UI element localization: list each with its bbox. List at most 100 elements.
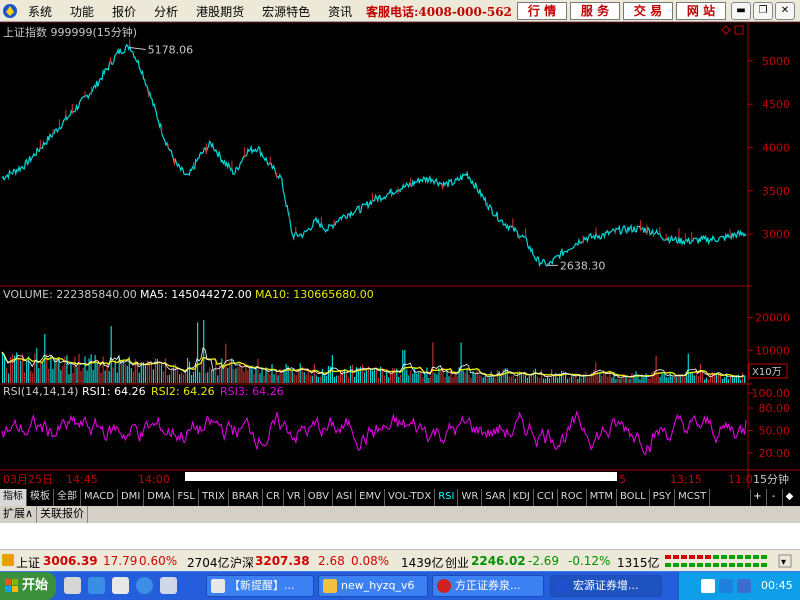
volume-bar — [466, 367, 468, 383]
period-label[interactable]: 15分钟 — [753, 472, 789, 486]
menu-news[interactable]: 资讯 — [328, 3, 352, 20]
browser-icon[interactable] — [136, 577, 153, 594]
task-new-alert[interactable]: 【新提醒】... — [206, 575, 314, 597]
tab-指标[interactable]: 指标 — [0, 489, 27, 506]
menu-hk-futures[interactable]: 港股期货 — [196, 3, 244, 20]
volume-bar — [474, 373, 476, 383]
ticker-close-icon[interactable]: ▾ — [778, 554, 792, 568]
tab-dma[interactable]: DMA — [144, 489, 175, 506]
volume-bar — [12, 354, 14, 383]
menu-system[interactable]: 系统 — [28, 3, 52, 20]
volume-bar — [520, 372, 522, 383]
tab-fsl[interactable]: FSL — [174, 489, 199, 506]
volume-bar — [193, 371, 195, 383]
tab-kdj[interactable]: KDJ — [510, 489, 534, 506]
tab-asi[interactable]: ASI — [333, 489, 357, 506]
tab-sar[interactable]: SAR — [482, 489, 510, 506]
tab-psy[interactable]: PSY — [650, 489, 676, 506]
tab-模板[interactable]: 模板 — [27, 489, 54, 506]
tab-vr[interactable]: VR — [284, 489, 305, 506]
cy-pct: -0.12% — [568, 554, 611, 568]
volume-bar — [384, 375, 386, 383]
rsi-axis: 100.00 80.00 50.00 20.00 — [748, 387, 790, 460]
volume-bar — [275, 370, 277, 383]
volume-bar — [567, 378, 569, 383]
volume-bar — [502, 369, 504, 383]
menu-function[interactable]: 功能 — [70, 3, 94, 20]
rsi-header: RSI(14,14,14) RSI1: 64.26 RSI2: 64.26 RS… — [3, 385, 284, 398]
tab-mtm[interactable]: MTM — [587, 489, 617, 506]
tab-emv[interactable]: EMV — [356, 489, 385, 506]
zoom-out-button[interactable]: - — [766, 489, 780, 506]
explorer-icon[interactable] — [112, 577, 129, 594]
volume-bar — [82, 367, 84, 383]
breadth-led — [761, 563, 767, 567]
volume-bar — [392, 368, 394, 383]
tab-cci[interactable]: CCI — [534, 489, 558, 506]
trade-button[interactable]: 交 易 — [623, 2, 673, 20]
zoom-in-button[interactable]: + — [750, 489, 764, 506]
task-fangzheng[interactable]: 方正证券泉... — [432, 575, 544, 597]
expand-button[interactable]: 扩展∧ — [0, 506, 38, 523]
volume-bar — [179, 374, 181, 383]
menu-analysis[interactable]: 分析 — [154, 3, 178, 20]
volume-bar — [273, 374, 275, 383]
tab-menu-button[interactable]: ◆ — [782, 489, 796, 506]
volume-bar — [281, 373, 283, 383]
related-quote-button[interactable]: 关联报价 — [37, 506, 89, 523]
network-icon[interactable] — [701, 579, 715, 593]
chart-corner-icons[interactable] — [721, 25, 744, 35]
start-button[interactable]: 开始 — [0, 572, 56, 600]
volume-bar — [209, 367, 211, 383]
ie-icon[interactable] — [88, 577, 105, 594]
volume-bar — [418, 372, 420, 383]
chart-title: 上证指数 999999(15分钟) — [3, 25, 137, 39]
volume-bar — [26, 361, 28, 383]
minimize-icon[interactable]: ▬ — [731, 2, 751, 20]
close-icon[interactable]: ✕ — [775, 2, 795, 20]
tab-boll[interactable]: BOLL — [617, 489, 650, 506]
volume-bar — [88, 358, 90, 383]
tab-全部[interactable]: 全部 — [54, 489, 81, 506]
volume-bar — [462, 370, 464, 383]
volume-bar — [70, 361, 72, 383]
volume-bar — [138, 372, 140, 383]
ticker-icon[interactable] — [2, 554, 14, 566]
volume-bar — [607, 376, 609, 383]
tab-roc[interactable]: ROC — [558, 489, 587, 506]
tab-dmi[interactable]: DMI — [118, 489, 145, 506]
website-button[interactable]: 网 站 — [676, 2, 726, 20]
volume-icon[interactable] — [719, 579, 733, 593]
tab-vol-tdx[interactable]: VOL-TDX — [385, 489, 436, 506]
volume-bar — [494, 378, 496, 383]
volume-bar — [394, 368, 396, 383]
task-hyzq-folder[interactable]: new_hyzq_v6 — [318, 575, 428, 597]
menu-hongyuan-features[interactable]: 宏源特色 — [262, 3, 310, 20]
tab-brar[interactable]: BRAR — [229, 489, 263, 506]
market-button[interactable]: 行 情 — [517, 2, 567, 20]
tab-macd[interactable]: MACD — [81, 489, 118, 506]
system-tray: 00:45 — [678, 572, 800, 600]
media-icon[interactable] — [160, 577, 177, 594]
tab-mcst[interactable]: MCST — [675, 489, 711, 506]
volume-bar — [166, 375, 169, 383]
tab-rsi[interactable]: RSI — [435, 489, 459, 506]
tab-cr[interactable]: CR — [263, 489, 284, 506]
volume-bar — [104, 370, 106, 383]
volume-bar — [293, 373, 295, 383]
service-button[interactable]: 服 务 — [570, 2, 620, 20]
tab-obv[interactable]: OBV — [305, 489, 333, 506]
menu-quote[interactable]: 报价 — [112, 3, 136, 20]
tab-trix[interactable]: TRIX — [199, 489, 229, 506]
volume-bar — [532, 370, 535, 383]
app-logo-icon[interactable] — [2, 3, 18, 19]
restore-icon[interactable]: ❐ — [753, 2, 773, 20]
volume-bar — [62, 365, 64, 383]
volume-header: VOLUME: 222385840.00 MA5: 145044272.00 M… — [3, 288, 374, 301]
show-desktop-icon[interactable] — [64, 577, 81, 594]
task-hongyuan[interactable]: 宏源证券增... — [550, 575, 662, 597]
window-controls: ▬ ❐ ✕ — [731, 2, 797, 20]
kline-chart-area[interactable]: 上证指数 999999(15分钟) 5000 4500 4000 3500 3000 5… — [0, 22, 800, 489]
security-icon[interactable] — [737, 579, 751, 593]
tab-wr[interactable]: WR — [458, 489, 483, 506]
